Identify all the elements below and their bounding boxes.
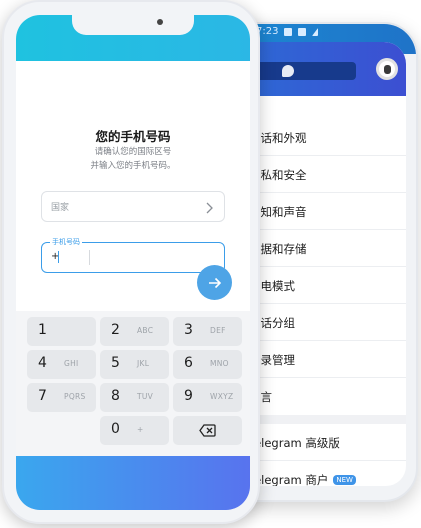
key-1[interactable]: 1 xyxy=(27,317,96,346)
phone-field-label: 手机号码 xyxy=(50,237,82,247)
settings-item-label: Telegram 高级版 xyxy=(249,435,340,450)
key-number: 2 xyxy=(111,322,120,338)
key-letters: GHI xyxy=(64,359,79,368)
field-divider xyxy=(89,250,90,265)
key-number: 0 xyxy=(111,421,120,437)
key-number: 7 xyxy=(38,388,47,404)
key-number: 9 xyxy=(184,388,193,404)
key-number: 6 xyxy=(184,355,193,371)
key-8[interactable]: 8 TUV xyxy=(100,383,169,412)
backspace-key[interactable] xyxy=(173,416,242,445)
login-phone: 您的手机号码 请确认您的国际区号 并输入您的手机号码。 国家 手机号码 + 1 … xyxy=(2,0,260,524)
avatar[interactable] xyxy=(376,58,398,80)
key-letters: ABC xyxy=(137,326,154,335)
key-7[interactable]: 7 PQRS xyxy=(27,383,96,412)
key-2[interactable]: 2 ABC xyxy=(100,317,169,346)
business-label: Telegram 商户 xyxy=(249,472,329,487)
settings-item-label: Telegram 商户 NEW xyxy=(249,472,356,487)
text-caret xyxy=(58,251,59,263)
key-number: 8 xyxy=(111,388,120,404)
key-letters: DEF xyxy=(210,326,226,335)
key-letters: JKL xyxy=(137,359,150,368)
send-icon xyxy=(312,28,318,36)
key-5[interactable]: 5 JKL xyxy=(100,350,169,379)
key-number: 4 xyxy=(38,355,47,371)
key-4[interactable]: 4 GHI xyxy=(27,350,96,379)
country-placeholder: 国家 xyxy=(51,203,70,213)
login-screen: 您的手机号码 请确认您的国际区号 并输入您的手机号码。 国家 手机号码 + 1 … xyxy=(16,15,250,510)
phone-notch xyxy=(72,15,194,35)
signal-icon xyxy=(284,28,292,36)
key-9[interactable]: 9 WXYZ xyxy=(173,383,242,412)
stage: 7:23 设置 对话和外观 xyxy=(0,0,421,528)
key-letters: MNO xyxy=(210,359,229,368)
key-letters: + xyxy=(137,425,144,434)
key-6[interactable]: 6 MNO xyxy=(173,350,242,379)
wifi-icon xyxy=(298,28,306,36)
page-title: 您的手机号码 xyxy=(95,129,171,144)
key-0[interactable]: 0 + xyxy=(100,416,169,445)
phone-number-field[interactable]: 手机号码 + xyxy=(41,237,225,273)
backspace-icon xyxy=(199,424,216,437)
key-number: 1 xyxy=(38,322,47,338)
next-button[interactable] xyxy=(197,265,232,300)
subtitle-line-2: 并输入您的手机号码。 xyxy=(90,161,176,171)
new-badge: NEW xyxy=(333,475,356,485)
drop-icon[interactable] xyxy=(282,65,294,77)
key-3[interactable]: 3 DEF xyxy=(173,317,242,346)
key-number: 5 xyxy=(111,355,120,371)
country-field[interactable]: 国家 xyxy=(41,191,225,222)
key-letters: PQRS xyxy=(64,392,86,401)
numeric-keypad: 1 2 ABC 3 DEF 4 GHI 5 JKL 6 MNO 7 PQRS 8… xyxy=(16,311,250,457)
arrow-right-icon xyxy=(208,277,221,288)
chevron-right-icon xyxy=(205,200,214,214)
key-number: 3 xyxy=(184,322,193,338)
bottom-gradient-bar xyxy=(16,456,250,510)
key-letters: TUV xyxy=(137,392,154,401)
subtitle-line-1: 请确认您的国际区号 xyxy=(94,147,172,157)
key-letters: WXYZ xyxy=(210,392,234,401)
